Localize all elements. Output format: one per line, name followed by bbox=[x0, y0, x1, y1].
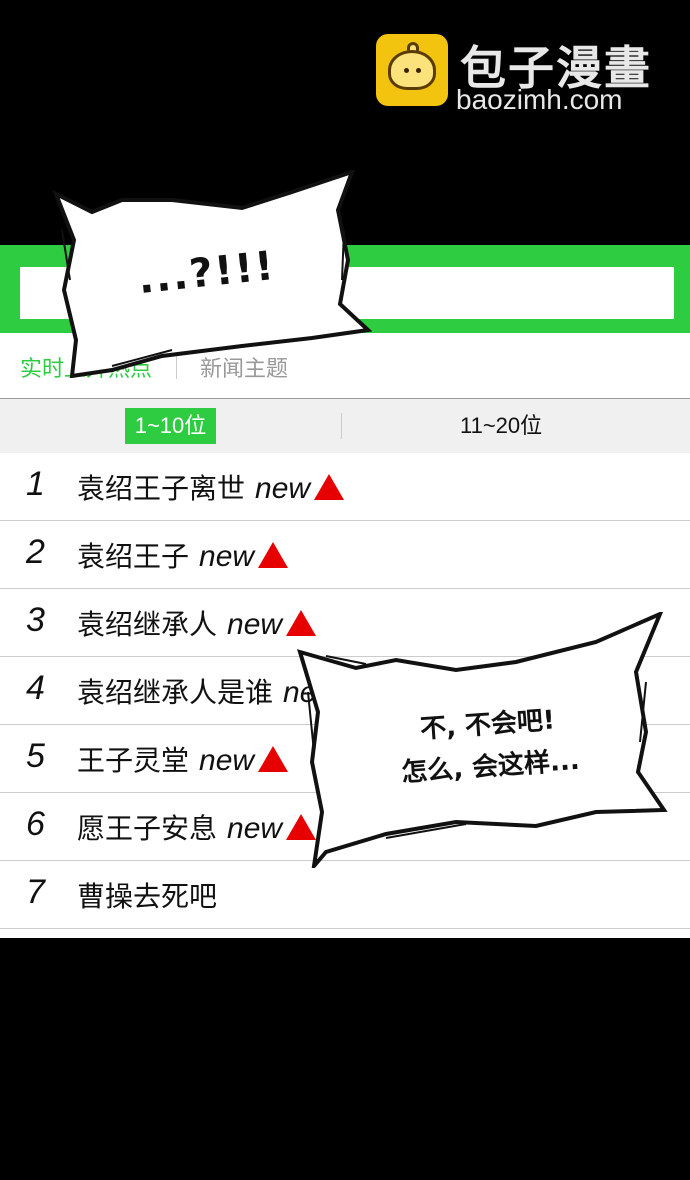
rank-range-bar: 1~10位 11~20位 bbox=[0, 398, 690, 454]
new-tag: new bbox=[227, 812, 283, 845]
range-1-10-button[interactable]: 1~10位 bbox=[125, 408, 216, 444]
list-item[interactable]: 7 曹操去死吧 bbox=[0, 861, 690, 929]
list-item-label: 袁绍王子离世 new bbox=[77, 467, 345, 507]
baozi-bun-icon bbox=[376, 34, 448, 106]
new-tag: new bbox=[227, 608, 283, 641]
new-tag: new bbox=[255, 472, 311, 505]
list-item-label: 袁绍继承人 new bbox=[77, 603, 317, 643]
rank-number: 2 bbox=[26, 533, 45, 571]
list-item-label: 愿王子安息 new bbox=[77, 807, 317, 847]
watermark: 包子漫畫 baozimh.com bbox=[376, 34, 676, 115]
range-divider bbox=[341, 413, 342, 439]
list-item-label: 袁绍王子 new bbox=[77, 535, 289, 575]
rank-number: 7 bbox=[26, 873, 45, 911]
speech-bubble: 不, 不会吧! 怎么, 会这样... bbox=[296, 612, 668, 868]
list-item-label: 王子灵堂 new bbox=[77, 739, 289, 779]
list-item-label: 曹操去死吧 bbox=[77, 880, 218, 913]
rank-number: 4 bbox=[26, 669, 45, 707]
rank-number: 6 bbox=[26, 805, 45, 843]
range-11-20-button[interactable]: 11~20位 bbox=[460, 408, 542, 444]
rank-number: 3 bbox=[26, 601, 45, 639]
watermark-url: baozimh.com bbox=[456, 84, 623, 115]
trend-up-icon bbox=[258, 746, 289, 772]
trend-up-icon bbox=[258, 542, 289, 568]
rank-number: 1 bbox=[26, 465, 45, 503]
speech-bubble-text: 不, 不会吧! 怎么, 会这样... bbox=[400, 705, 581, 789]
list-item[interactable]: 2 袁绍王子 new bbox=[0, 521, 690, 589]
new-tag: new bbox=[199, 744, 255, 777]
speech-bubble: ...?!!! bbox=[52, 170, 372, 378]
trend-up-icon bbox=[314, 474, 345, 500]
rank-number: 5 bbox=[26, 737, 45, 775]
list-item[interactable]: 1 袁绍王子离世 new bbox=[0, 453, 690, 521]
new-tag: new bbox=[199, 540, 255, 573]
